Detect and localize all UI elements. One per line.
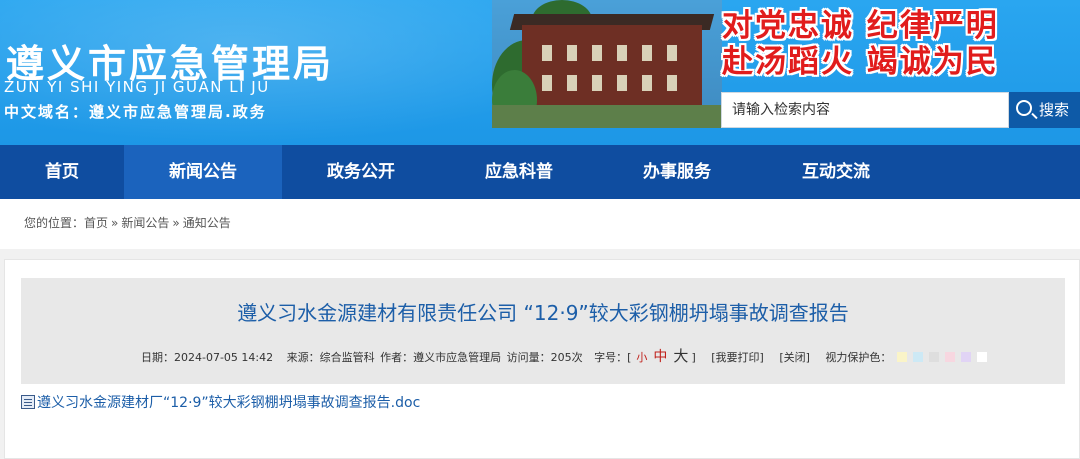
- font-size-small[interactable]: 小: [636, 351, 647, 364]
- article-meta: 日期：2024-07-05 14:42 来源：综合监管科 作者：遵义市应急管理局…: [141, 345, 991, 366]
- breadcrumb-home[interactable]: 首页: [84, 216, 108, 230]
- breadcrumb: 您的位置：首页» 新闻公告» 通知公告: [0, 199, 1080, 249]
- breadcrumb-prefix: 您的位置：: [24, 216, 85, 230]
- attachment-link[interactable]: 遵义习水金源建材厂“12·9”较大彩钢棚坍塌事故调查报告.doc: [21, 392, 420, 412]
- breadcrumb-notices[interactable]: 通知公告: [183, 216, 231, 230]
- site-domain: 中文域名：遵义市应急管理局.政务: [4, 103, 267, 121]
- search-icon: [1016, 100, 1032, 116]
- close-link[interactable]: [关闭]: [779, 351, 810, 364]
- nav-item-emergency-science[interactable]: 应急科普: [440, 145, 598, 199]
- site-pinyin: ZUN YI SHI YING JI GUAN LI JU: [4, 78, 270, 96]
- nav-item-services[interactable]: 办事服务: [598, 145, 756, 199]
- site-header: 遵义市应急管理局 ZUN YI SHI YING JI GUAN LI JU 中…: [0, 0, 1080, 145]
- nav-item-home[interactable]: 首页: [0, 145, 124, 199]
- eye-care-swatches: [893, 351, 989, 364]
- breadcrumb-news[interactable]: 新闻公告: [121, 216, 169, 230]
- nav-item-interaction[interactable]: 互动交流: [756, 145, 916, 199]
- article-header: 遵义习水金源建材有限责任公司 “12·9”较大彩钢棚坍塌事故调查报告 日期：20…: [21, 278, 1065, 384]
- eye-care-swatch[interactable]: [961, 352, 972, 362]
- search-button[interactable]: 搜索: [1009, 92, 1080, 128]
- doc-icon: [21, 395, 35, 409]
- banner-building-photo: [492, 0, 722, 128]
- print-link[interactable]: [我要打印]: [711, 351, 764, 364]
- article-date: 日期：2024-07-05 14:42: [141, 351, 274, 364]
- article-container: 遵义习水金源建材有限责任公司 “12·9”较大彩钢棚坍塌事故调查报告 日期：20…: [4, 259, 1080, 459]
- eye-care-swatch[interactable]: [945, 352, 956, 362]
- breadcrumb-separator: »: [172, 216, 180, 230]
- article-title: 遵义习水金源建材有限责任公司 “12·9”较大彩钢棚坍塌事故调查报告: [237, 301, 849, 325]
- article-author: 作者：遵义市应急管理局: [380, 351, 502, 364]
- font-size-medium[interactable]: 中: [653, 349, 667, 365]
- font-size-large[interactable]: 大: [673, 347, 688, 365]
- search-button-label: 搜索: [1039, 101, 1070, 119]
- font-size-bracket: ]: [691, 351, 696, 364]
- search-input[interactable]: 请输入检索内容: [721, 92, 1009, 128]
- nav-item-news[interactable]: 新闻公告: [124, 145, 282, 199]
- eye-care-swatch[interactable]: [913, 352, 924, 362]
- article-source: 来源：综合监管科: [286, 351, 375, 364]
- eye-care-swatch[interactable]: [897, 352, 908, 362]
- eye-care-label: 视力保护色：: [825, 351, 892, 364]
- slogan-line-2: 赴汤蹈火 竭诚为民: [722, 44, 999, 80]
- attachment-filename[interactable]: 遵义习水金源建材厂“12·9”较大彩钢棚坍塌事故调查报告.doc: [37, 395, 420, 411]
- article-views: 访问量：205次: [506, 351, 583, 364]
- eye-care-swatch[interactable]: [929, 352, 940, 362]
- font-size-label: 字号：[: [594, 351, 632, 364]
- breadcrumb-separator: »: [111, 216, 119, 230]
- nav-item-gov-affairs[interactable]: 政务公开: [282, 145, 440, 199]
- eye-care-swatch[interactable]: [977, 352, 988, 362]
- main-nav: 首页 新闻公告 政务公开 应急科普 办事服务 互动交流: [0, 145, 1080, 199]
